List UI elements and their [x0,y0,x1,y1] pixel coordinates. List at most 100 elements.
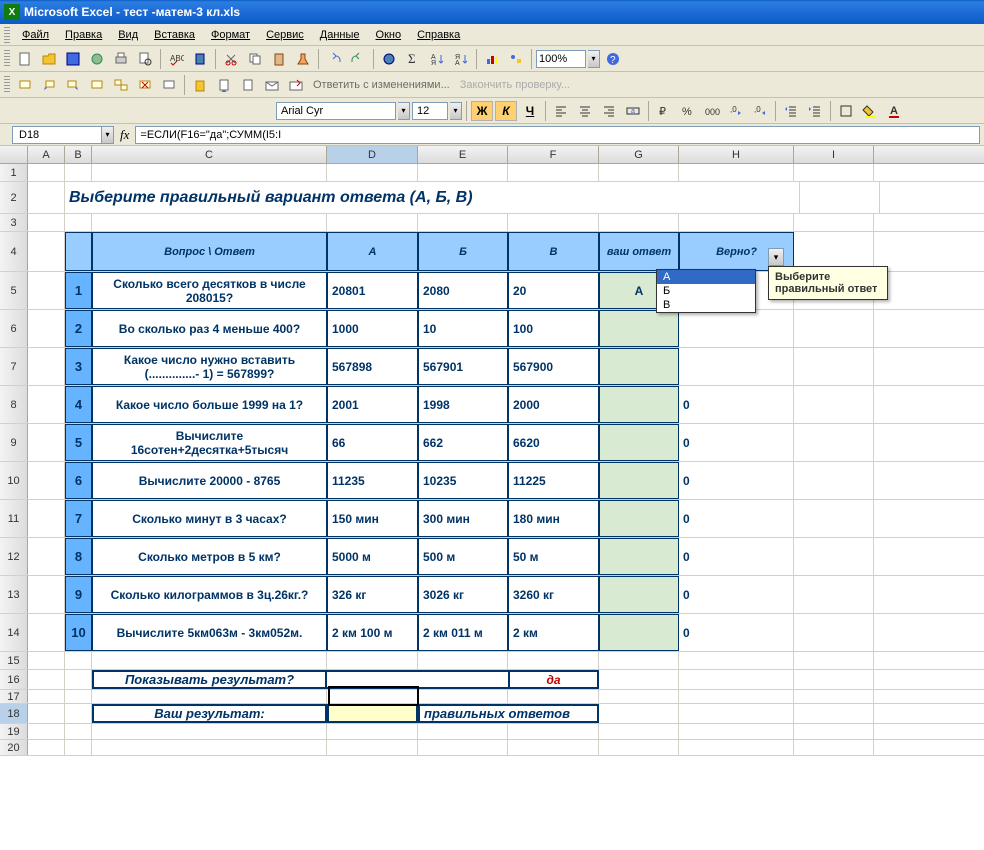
undo-icon[interactable] [323,48,345,70]
answer-a[interactable]: 150 мин [327,500,418,537]
cell[interactable] [794,724,874,739]
menu-file[interactable]: Файл [14,27,57,43]
answer-a[interactable]: 2 км 100 м [327,614,418,651]
your-answer[interactable] [599,310,679,347]
chart-icon[interactable] [481,48,503,70]
answer-b[interactable]: 10235 [418,462,508,499]
cell[interactable] [794,652,874,669]
col-header[interactable]: F [508,146,599,163]
share-icon[interactable] [213,74,235,96]
question-number[interactable]: 4 [65,386,92,423]
cell[interactable] [599,724,679,739]
underline-button[interactable]: Ч [519,101,541,121]
cell[interactable] [65,652,92,669]
correct-flag[interactable]: 0 [679,538,794,575]
show-result-label[interactable]: Показывать результат? [92,670,327,689]
question-number[interactable]: 9 [65,576,92,613]
answer-a[interactable]: 2001 [327,386,418,423]
fill-color-icon[interactable] [859,100,881,122]
cell[interactable] [28,462,65,499]
answer-c[interactable]: 2000 [508,386,599,423]
mail-icon[interactable] [261,74,283,96]
cell[interactable] [65,724,92,739]
answer-a[interactable]: 567898 [327,348,418,385]
protect-icon[interactable] [189,74,211,96]
cell[interactable]: Б [418,232,508,271]
cell[interactable] [28,500,65,537]
cell[interactable] [327,164,418,181]
new-icon[interactable] [14,48,36,70]
formula-input[interactable]: =ЕСЛИ(F16="да";СУММ(I5:I [135,126,980,144]
cell[interactable] [508,724,599,739]
correct-flag[interactable] [679,310,794,347]
cell[interactable] [794,348,874,385]
correct-flag[interactable]: 0 [679,424,794,461]
track-icon[interactable] [237,74,259,96]
cell[interactable] [327,724,418,739]
cell[interactable]: ваш ответ [599,232,679,271]
answer-a[interactable]: 66 [327,424,418,461]
select-all-corner[interactable] [0,146,28,163]
cell[interactable] [28,164,65,181]
borders-icon[interactable] [835,100,857,122]
menu-edit[interactable]: Правка [57,27,110,43]
row-header[interactable]: 13 [0,576,28,613]
correct-flag[interactable]: 0 [679,500,794,537]
cell[interactable] [65,690,92,703]
namebox-dropdown-icon[interactable]: ▾ [102,126,114,144]
cell[interactable] [28,690,65,703]
answer-b[interactable]: 300 мин [418,500,508,537]
cell[interactable] [28,182,65,213]
your-answer[interactable] [599,348,679,385]
cell[interactable] [599,214,679,231]
cell[interactable] [599,164,679,181]
cell[interactable] [92,740,327,755]
cell[interactable] [28,386,65,423]
cell[interactable] [28,576,65,613]
cell[interactable] [508,690,599,703]
row-header[interactable]: 19 [0,724,28,739]
answer-a[interactable]: 20801 [327,272,418,309]
col-header[interactable]: A [28,146,65,163]
cell[interactable] [65,740,92,755]
cell[interactable] [418,214,508,231]
row-header[interactable]: 1 [0,164,28,181]
row-header[interactable]: 11 [0,500,28,537]
fx-icon[interactable]: fx [120,127,129,143]
cell[interactable] [679,164,794,181]
drawing-icon[interactable] [505,48,527,70]
your-answer[interactable] [599,462,679,499]
cell[interactable] [599,690,679,703]
cell[interactable] [327,652,418,669]
size-field[interactable]: 12 [412,102,448,120]
question-number[interactable]: 5 [65,424,92,461]
show-comment-icon[interactable] [86,74,108,96]
col-header[interactable]: H [679,146,794,163]
answer-c[interactable]: 20 [508,272,599,309]
sort-asc-icon[interactable]: АЯ [426,48,448,70]
row-header[interactable]: 10 [0,462,28,499]
cell[interactable] [327,704,418,723]
your-answer[interactable] [599,576,679,613]
cell[interactable] [92,724,327,739]
zoom-field[interactable]: 100% [536,50,586,68]
cell[interactable] [794,690,874,703]
answer-b[interactable]: 567901 [418,348,508,385]
cell[interactable] [794,462,874,499]
question-text[interactable]: Сколько всего десятков в числе 208015? [92,272,327,309]
row-header[interactable]: 6 [0,310,28,347]
answer-a[interactable]: 5000 м [327,538,418,575]
comment-icon[interactable] [14,74,36,96]
open-icon[interactable] [38,48,60,70]
cell[interactable] [28,272,65,309]
permissions-icon[interactable] [86,48,108,70]
print-preview-icon[interactable] [134,48,156,70]
cell[interactable] [794,214,874,231]
your-answer[interactable] [599,386,679,423]
cell[interactable] [28,214,65,231]
row-header[interactable]: 17 [0,690,28,703]
cell[interactable] [599,740,679,755]
cell[interactable] [327,740,418,755]
answer-a[interactable]: 11235 [327,462,418,499]
cell[interactable] [794,424,874,461]
